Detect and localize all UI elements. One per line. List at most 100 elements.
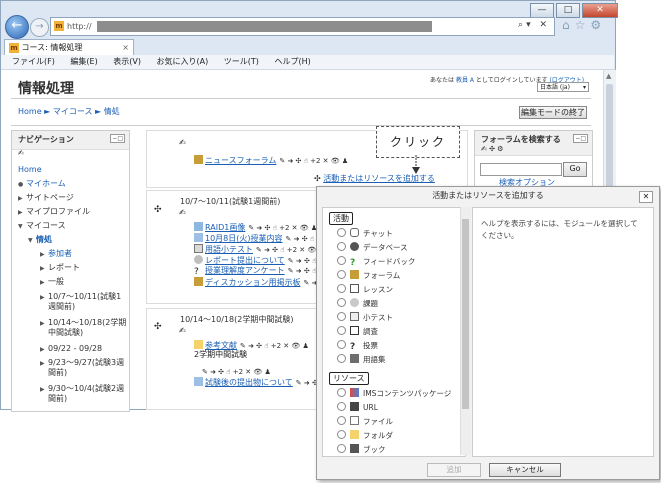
move-icon[interactable]: ✣ [154, 322, 162, 332]
edit-icons[interactable]: ✎ ➜ ✣ ☝ +2 ✕ 👁 ♟ [279, 157, 348, 165]
option-survey[interactable]: 調査 [337, 326, 378, 337]
radio-button[interactable] [337, 430, 346, 439]
menu-view[interactable]: 表示(V) [113, 57, 141, 66]
option-lesson[interactable]: レッスン [337, 284, 393, 295]
activity-quiz[interactable]: 用語小テスト ✎ ➜ ✣ ☝ +2 ✕ 👁 ♟ [194, 244, 325, 255]
option-url[interactable]: URL [337, 402, 378, 413]
option-database[interactable]: データベース [337, 242, 408, 253]
activity-link[interactable]: 参考文献 [205, 341, 237, 350]
radio-button[interactable] [337, 326, 346, 335]
module-list[interactable]: 活動 チャット データベース ? フィードバック フォーラム レッスン 課題 小テ… [322, 207, 466, 457]
close-window-button[interactable]: ✕ [582, 3, 618, 18]
option-book[interactable]: ブック [337, 444, 386, 455]
tab-close-icon[interactable]: × [122, 40, 129, 55]
browser-tab[interactable]: m コース: 情報処理 × [4, 39, 134, 56]
radio-button[interactable] [337, 284, 346, 293]
add-activity-text[interactable]: 活動またはリソースを追加する [323, 174, 435, 183]
activity-link[interactable]: RAID1画像 [205, 223, 245, 232]
address-bar[interactable]: m http:// ⌕▾ ✕ [50, 17, 555, 36]
option-chat[interactable]: チャット [337, 228, 393, 239]
move-icon[interactable]: ✍ [18, 149, 24, 157]
menu-tools[interactable]: ツール(T) [224, 57, 259, 66]
activity-raid-image[interactable]: RAID1画像 ✎ ➜ ✣ ☝ +2 ✕ 👁 ♟ [194, 222, 317, 233]
activity-link[interactable]: 試験後の提出物について [205, 378, 293, 387]
nav-week-3[interactable]: ▶ 09/22 - 09/28 [40, 344, 102, 355]
block-dock-icon[interactable]: −□ [573, 134, 588, 143]
edit-section-icon[interactable]: ✍ [179, 138, 186, 147]
module-list-scrollbar[interactable] [460, 207, 471, 455]
activity-news-forum[interactable]: ニュースフォーラム ✎ ➜ ✣ ☝ +2 ✕ 👁 ♟ [194, 155, 348, 166]
breadcrumb[interactable]: Home ► マイコース ► 情処 [18, 106, 120, 117]
cancel-button[interactable]: キャンセル [489, 463, 561, 477]
activity-link[interactable]: レポート提出について [205, 256, 285, 265]
minimize-button[interactable]: — [530, 3, 554, 18]
option-file[interactable]: ファイル [337, 416, 393, 427]
edit-icons[interactable]: ✎ ➜ ✣ ☝ +2 ✕ 👁 ♟ [240, 342, 309, 350]
menu-help[interactable]: ヘルプ(H) [274, 57, 310, 66]
go-button[interactable]: Go [563, 162, 587, 177]
nav-home[interactable]: Home [18, 165, 42, 175]
nav-week-2-cont[interactable]: 中間試験) [48, 328, 83, 338]
move-icon[interactable]: ✣ [154, 205, 162, 215]
nav-week-5-cont[interactable]: 間前) [48, 394, 67, 404]
menu-edit[interactable]: 編集(E) [70, 57, 97, 66]
scroll-up-icon[interactable]: ▲ [606, 72, 611, 80]
radio-button[interactable] [337, 298, 346, 307]
block-edit-icons[interactable]: ✍ ✣ ⚙ [481, 145, 503, 153]
option-ims-package[interactable]: IMSコンテンツパッケージ [337, 388, 451, 399]
edit-icons[interactable]: ✎ ➜ ✣ ☝ +2 ✕ 👁 ♟ [202, 368, 271, 376]
edit-section-icon[interactable]: ✍ [179, 208, 186, 217]
language-select[interactable]: 日本語 (ja) ▾ [537, 82, 589, 92]
label-edit-icons[interactable]: ✎ ➜ ✣ ☝ +2 ✕ 👁 ♟ [199, 367, 271, 377]
radio-button[interactable] [337, 416, 346, 425]
option-forum[interactable]: フォーラム [337, 270, 400, 281]
radio-button[interactable] [337, 228, 346, 237]
option-glossary[interactable]: 用語集 [337, 354, 386, 365]
option-choice[interactable]: ? 投票 [337, 340, 378, 352]
back-icon[interactable]: ← [5, 15, 29, 39]
edit-icons[interactable]: ✎ ➜ ✣ ☝ +2 ✕ 👁 ♟ [256, 246, 325, 254]
edit-mode-off-button[interactable]: 編集モードの終了 [519, 106, 587, 119]
address-tools-icon[interactable]: ⌕▾ ✕ [518, 20, 550, 30]
option-quiz[interactable]: 小テスト [337, 312, 393, 323]
search-input[interactable] [480, 163, 562, 176]
nav-course[interactable]: ▼ 情処 [28, 235, 52, 246]
radio-button[interactable] [337, 402, 346, 411]
radio-button[interactable] [337, 354, 346, 363]
nav-reports[interactable]: ▶ レポート [40, 263, 80, 274]
activity-link[interactable]: 授業理解度アンケート [205, 266, 285, 275]
nav-week-4-cont[interactable]: 間前) [48, 368, 67, 378]
option-feedback[interactable]: ? フィードバック [337, 256, 415, 268]
maximize-button[interactable]: □ [556, 3, 580, 18]
radio-button[interactable] [337, 340, 346, 349]
close-icon[interactable]: ✕ [639, 191, 653, 203]
nav-site-pages[interactable]: ▶ サイトページ [18, 193, 74, 204]
add-activity-link[interactable]: ✣ 活動またはリソースを追加する [314, 174, 435, 184]
nav-my-profile[interactable]: ▶ マイプロファイル [18, 207, 90, 218]
user-link[interactable]: 教員 A [456, 77, 474, 84]
menu-file[interactable]: ファイル(F) [12, 57, 55, 66]
nav-myhome[interactable]: ● マイホーム [18, 179, 66, 190]
option-folder[interactable]: フォルダ [337, 430, 393, 441]
nav-participants[interactable]: ▶ 参加者 [40, 249, 72, 260]
add-button[interactable]: 追加 [427, 463, 481, 477]
radio-button[interactable] [337, 388, 346, 397]
nav-my-courses[interactable]: ▼ マイコース [18, 221, 66, 232]
radio-button[interactable] [337, 256, 346, 265]
activity-link[interactable]: ニュースフォーラム [205, 156, 276, 165]
block-dock-icon[interactable]: −□ [110, 134, 125, 143]
edit-section-icon[interactable]: ✍ [179, 326, 186, 335]
nav-general[interactable]: ▶ 一般 [40, 277, 64, 288]
forward-icon[interactable]: → [30, 18, 49, 37]
option-assignment[interactable]: 課題 [337, 298, 378, 309]
nav-week-1-cont[interactable]: 週間前) [48, 302, 75, 312]
activity-link[interactable]: 10月8日(火)授業内容 [205, 234, 283, 243]
radio-button[interactable] [337, 312, 346, 321]
scroll-thumb[interactable] [462, 219, 469, 409]
browser-toolbar-icons[interactable]: ⌂☆⚙ [562, 18, 606, 32]
radio-button[interactable] [337, 444, 346, 453]
menu-favorites[interactable]: お気に入り(A) [157, 57, 209, 66]
activity-link[interactable]: 用語小テスト [205, 245, 253, 254]
radio-button[interactable] [337, 270, 346, 279]
activity-link[interactable]: ディスカッション用掲示板 [205, 278, 300, 287]
